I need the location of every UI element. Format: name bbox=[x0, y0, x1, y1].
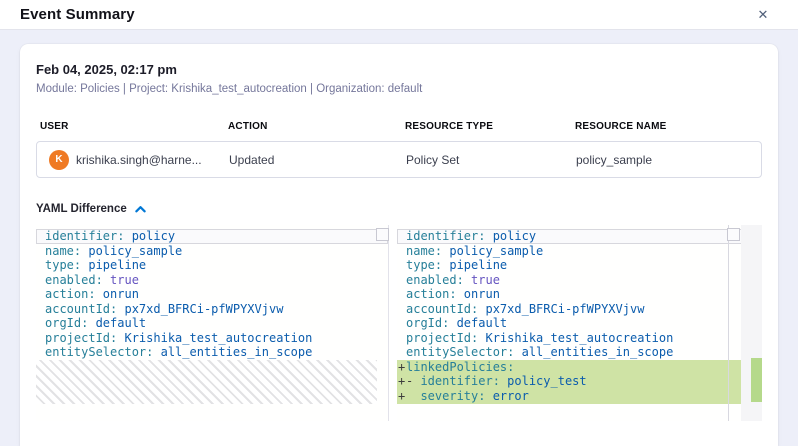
code-line: enabled: true bbox=[397, 273, 748, 288]
yaml-difference-label: YAML Difference bbox=[36, 203, 127, 215]
yaml-difference-header: YAML Difference bbox=[36, 203, 762, 215]
event-summary-modal: Event Summary ✕ Feb 04, 2025, 02:17 pm M… bbox=[0, 0, 798, 446]
left-scrollbar-slider[interactable] bbox=[376, 228, 389, 241]
code-line: action: onrun bbox=[397, 287, 748, 302]
editor-edge-line bbox=[728, 225, 729, 421]
diff-add-marker: + bbox=[398, 360, 405, 375]
column-header-user: USER bbox=[40, 121, 228, 132]
user-email: krishika.singh@harne... bbox=[76, 153, 202, 167]
event-context: Module: Policies | Project: Krishika_tes… bbox=[36, 83, 762, 95]
column-header-resource-type: RESOURCE TYPE bbox=[405, 121, 575, 132]
diff-missing-lines-hatch bbox=[36, 360, 377, 404]
event-card: Feb 04, 2025, 02:17 pm Module: Policies … bbox=[20, 44, 778, 446]
diff-added-line: +linkedPolicies: bbox=[397, 360, 748, 375]
diff-add-marker: + bbox=[398, 374, 405, 389]
event-timestamp: Feb 04, 2025, 02:17 pm bbox=[36, 62, 762, 77]
diff-pane-original[interactable]: identifier: policyname: policy_sampletyp… bbox=[36, 225, 389, 421]
close-icon[interactable]: ✕ bbox=[754, 6, 772, 24]
diff-add-marker: + bbox=[398, 389, 405, 404]
code-line: identifier: policy bbox=[397, 229, 748, 244]
overview-added-marker bbox=[751, 358, 762, 402]
modal-header: Event Summary ✕ bbox=[0, 0, 798, 30]
user-cell: K krishika.singh@harne... bbox=[49, 150, 229, 170]
code-line: type: pipeline bbox=[397, 258, 748, 273]
code-line: name: policy_sample bbox=[397, 244, 748, 259]
code-line: entitySelector: all_entities_in_scope bbox=[36, 345, 388, 360]
audit-table-header: USER ACTION RESOURCE TYPE RESOURCE NAME bbox=[40, 121, 762, 132]
action-value: Updated bbox=[229, 153, 406, 167]
resource-type-value: Policy Set bbox=[406, 153, 576, 167]
table-row[interactable]: K krishika.singh@harne... Updated Policy… bbox=[36, 141, 762, 178]
diff-added-line: +- identifier: policy_test bbox=[397, 374, 748, 389]
code-line: enabled: true bbox=[36, 273, 388, 288]
resource-name-value: policy_sample bbox=[576, 153, 761, 167]
code-line: entitySelector: all_entities_in_scope bbox=[397, 345, 748, 360]
avatar: K bbox=[49, 150, 69, 170]
overview-ruler[interactable] bbox=[741, 225, 762, 421]
diff-pane-modified[interactable]: identifier: policyname: policy_sampletyp… bbox=[397, 225, 748, 421]
code-line: orgId: default bbox=[397, 316, 748, 331]
code-line: projectId: Krishika_test_autocreation bbox=[397, 331, 748, 346]
code-line: identifier: policy bbox=[36, 229, 388, 244]
chevron-up-icon[interactable] bbox=[135, 205, 146, 213]
code-line: accountId: px7xd_BFRCi-pfWPYXVjvw bbox=[397, 302, 748, 317]
code-line: projectId: Krishika_test_autocreation bbox=[36, 331, 388, 346]
column-header-resource-name: RESOURCE NAME bbox=[575, 121, 762, 132]
code-line: orgId: default bbox=[36, 316, 388, 331]
code-line: accountId: px7xd_BFRCi-pfWPYXVjvw bbox=[36, 302, 388, 317]
code-line: type: pipeline bbox=[36, 258, 388, 273]
yaml-diff-editor[interactable]: identifier: policyname: policy_sampletyp… bbox=[28, 225, 762, 421]
page-title: Event Summary bbox=[20, 6, 135, 23]
right-scrollbar-slider[interactable] bbox=[727, 228, 740, 241]
column-header-action: ACTION bbox=[228, 121, 405, 132]
diff-added-line: + severity: error bbox=[397, 389, 748, 404]
code-line: action: onrun bbox=[36, 287, 388, 302]
code-line: name: policy_sample bbox=[36, 244, 388, 259]
